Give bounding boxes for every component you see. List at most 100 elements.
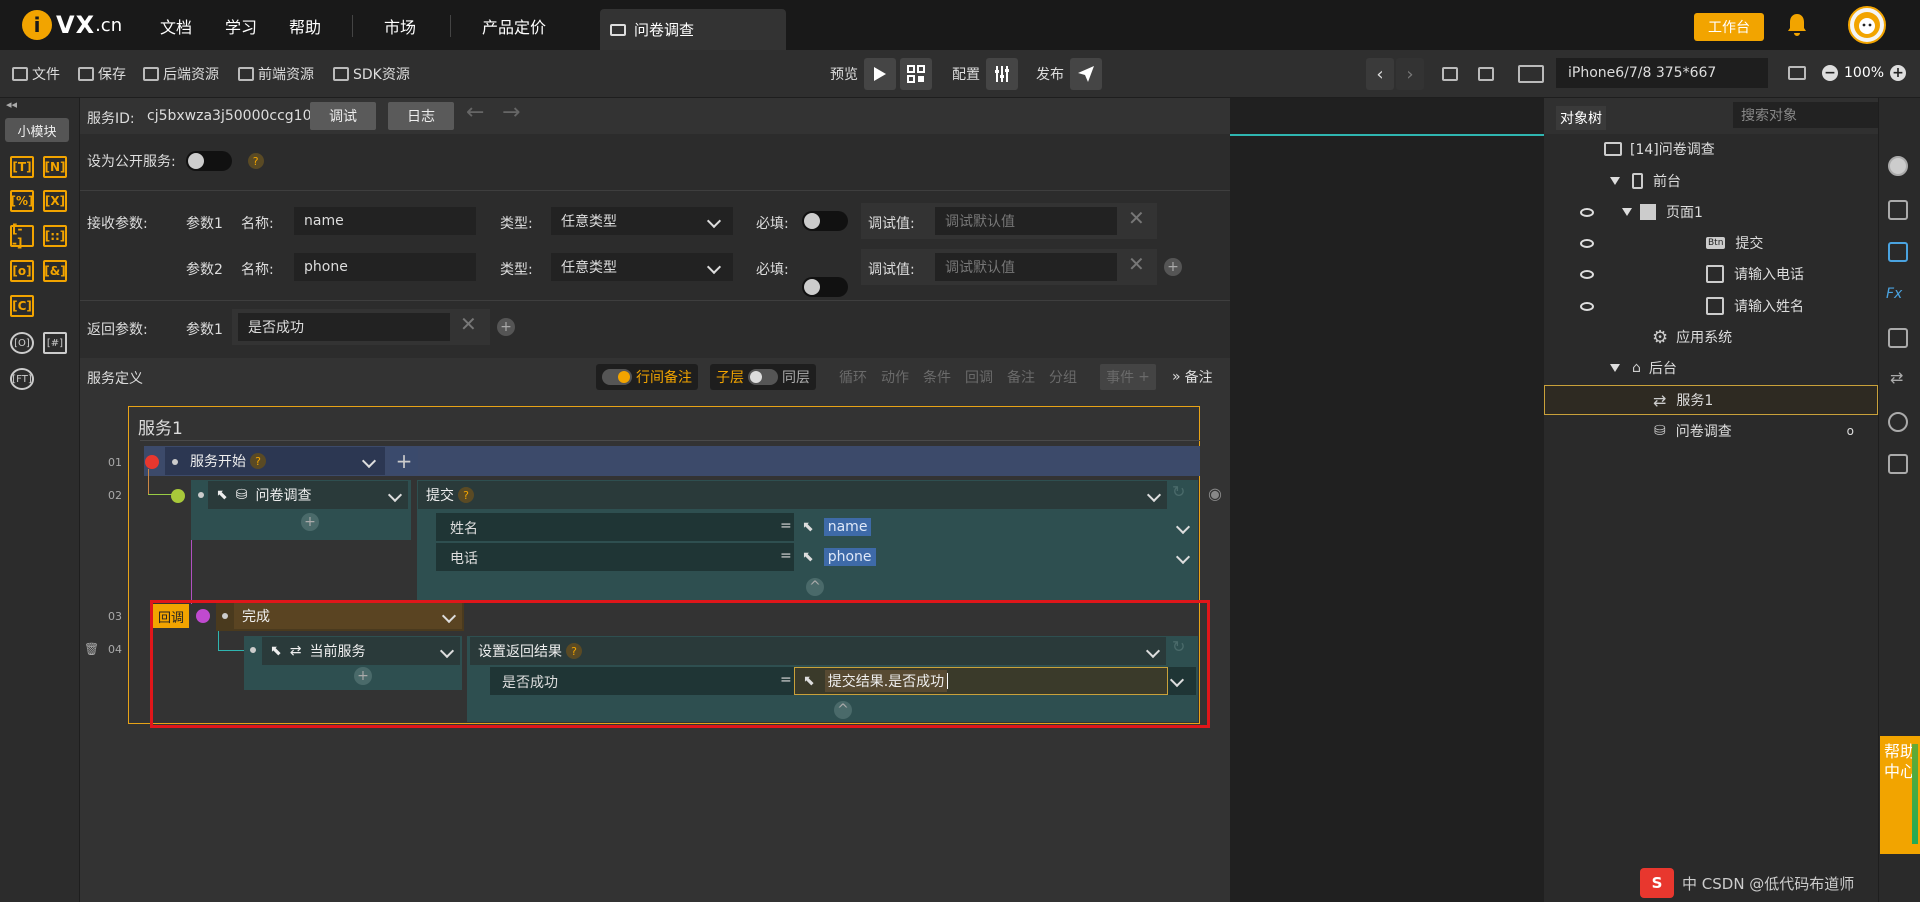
param2-required-toggle[interactable] <box>802 277 848 297</box>
arrow-left-icon[interactable]: ← <box>466 100 484 125</box>
note-button[interactable]: 备注 <box>1000 367 1042 387</box>
nav-help[interactable]: 帮助 <box>289 0 321 50</box>
tab-document[interactable]: 问卷调查 <box>600 9 786 50</box>
layer-toggle[interactable]: 子层 同层 <box>710 364 816 390</box>
help-icon[interactable]: ? <box>250 453 266 469</box>
device-switch-button[interactable] <box>1518 50 1548 98</box>
user-avatar[interactable] <box>1848 6 1886 44</box>
close-icon[interactable]: ✕ <box>460 312 477 336</box>
publish-button[interactable] <box>1070 58 1102 90</box>
param1-name-input[interactable]: name <box>294 207 476 235</box>
bell-icon[interactable] <box>1785 12 1809 38</box>
nav-learn[interactable]: 学习 <box>225 0 257 50</box>
service-start-select[interactable]: 服务开始? <box>182 448 382 474</box>
zoom-out-icon[interactable]: − <box>1822 65 1838 81</box>
align-center-button[interactable] <box>1478 50 1498 98</box>
ivx-logo[interactable]: i VX .cn <box>22 8 122 42</box>
eye-icon[interactable] <box>1580 269 1594 279</box>
note-toggle[interactable]: » 备注 <box>1172 364 1213 390</box>
tree-item-service1[interactable]: ⇄ 服务1 <box>1544 385 1878 415</box>
collapse-up-icon[interactable]: ^ <box>806 578 824 596</box>
log-button[interactable]: 日志 <box>388 102 454 130</box>
timer-icon[interactable] <box>1888 412 1908 432</box>
device-select[interactable]: iPhone6/7/8 375*667 <box>1556 58 1768 88</box>
close-icon[interactable]: ✕ <box>1128 252 1145 276</box>
survey-target-select[interactable]: ⬉ ⛁ 问卷调查 <box>208 481 408 509</box>
debug-button[interactable]: 调试 <box>310 102 376 130</box>
save-button[interactable]: 保存 <box>78 50 126 98</box>
condition-button[interactable]: 条件 <box>916 367 958 387</box>
help-icon[interactable]: ? <box>247 153 264 169</box>
screenshot-icon[interactable] <box>1788 66 1806 80</box>
return-param1-input[interactable]: 是否成功 <box>238 313 450 341</box>
timer-component-icon[interactable]: [O] <box>10 332 34 354</box>
arrow-right-icon[interactable]: → <box>502 100 520 125</box>
add-return-param-icon[interactable]: + <box>497 318 515 336</box>
copy-icon[interactable] <box>1888 328 1908 348</box>
red-node-icon[interactable] <box>145 455 159 469</box>
public-service-toggle[interactable] <box>185 151 232 171</box>
ft-component-icon[interactable]: [FT] <box>10 368 34 390</box>
add-param-icon[interactable]: + <box>1164 258 1182 276</box>
grid-component-icon[interactable]: [::] <box>43 225 67 247</box>
submit-action-select[interactable]: 提交? <box>418 481 1167 509</box>
expand-arrow-icon[interactable] <box>1610 177 1620 185</box>
field-value-input[interactable]: ⬉ phone <box>794 543 1196 571</box>
trash-icon[interactable]: 🗑 <box>84 642 99 656</box>
event-button[interactable]: 事件 + <box>1100 364 1156 390</box>
param1-type-select[interactable]: 任意类型 <box>551 207 733 235</box>
sdk-resources-button[interactable]: SDK资源 <box>333 50 410 98</box>
zoom-in-icon[interactable]: + <box>1890 65 1907 81</box>
collapse-icon[interactable]: ◂◂ <box>6 98 17 111</box>
nav-pricing[interactable]: 产品定价 <box>482 0 546 50</box>
grip-icon[interactable] <box>172 459 178 465</box>
workbench-button[interactable]: 工作台 <box>1694 13 1764 41</box>
help-icon[interactable]: ? <box>458 487 474 503</box>
tree-item-backend[interactable]: ⌂ 后台 <box>1544 353 1878 383</box>
counter-component-icon[interactable]: [C] <box>10 295 34 317</box>
param1-test-input[interactable]: 调试默认值 <box>935 207 1117 235</box>
action-button[interactable]: 动作 <box>874 367 916 387</box>
event-icon[interactable] <box>1888 242 1908 262</box>
sql-icon[interactable] <box>1888 454 1908 474</box>
play-button[interactable] <box>864 58 896 90</box>
qrcode-button[interactable] <box>900 58 932 90</box>
settings-icon[interactable] <box>1888 200 1908 220</box>
field-value-input[interactable]: ⬉ name <box>794 513 1196 541</box>
table-component-icon[interactable]: [#] <box>43 332 67 354</box>
add-target-icon[interactable]: + <box>301 513 319 531</box>
text-component-icon[interactable]: [T] <box>10 156 34 178</box>
align-left-button[interactable] <box>1442 50 1462 98</box>
group-component-icon[interactable]: [&] <box>43 260 67 282</box>
array-component-icon[interactable]: [--] <box>10 222 34 250</box>
refresh-icon[interactable]: ↻ <box>1172 482 1185 501</box>
nav-back-button[interactable]: ‹ <box>1366 50 1394 98</box>
nav-docs[interactable]: 文档 <box>160 0 192 50</box>
tree-item-name-input[interactable]: 请输入姓名 <box>1544 291 1878 321</box>
swap-icon[interactable]: ⇄ <box>1890 368 1903 387</box>
variable-component-icon[interactable]: [X] <box>43 190 67 212</box>
param2-type-select[interactable]: 任意类型 <box>551 253 733 281</box>
param1-required-toggle[interactable] <box>802 211 848 231</box>
expand-arrow-icon[interactable] <box>1622 208 1632 216</box>
param2-name-input[interactable]: phone <box>294 253 476 281</box>
nav-market[interactable]: 市场 <box>384 0 416 50</box>
tree-item-page1[interactable]: 页面1 <box>1544 197 1878 227</box>
tree-item-root[interactable]: [14]问卷调查 <box>1544 134 1878 164</box>
add-step-button[interactable]: + <box>390 448 418 474</box>
eye-icon[interactable] <box>1580 238 1594 248</box>
param2-test-input[interactable]: 调试默认值 <box>935 253 1117 281</box>
config-button[interactable] <box>986 58 1018 90</box>
number-component-icon[interactable]: [N] <box>43 156 67 178</box>
callback-button[interactable]: 回调 <box>958 367 1000 387</box>
eye-icon[interactable] <box>1580 207 1594 217</box>
green-node-icon[interactable] <box>171 489 185 503</box>
function-icon[interactable]: Fx <box>1886 286 1902 302</box>
expand-arrow-icon[interactable] <box>1610 364 1620 372</box>
object-tree-tab[interactable]: 对象树 <box>1556 106 1606 130</box>
grip-icon[interactable] <box>198 492 204 498</box>
tree-item-survey-db[interactable]: ⛁ 问卷调查 o <box>1544 416 1878 446</box>
target-icon[interactable]: ◉ <box>1208 484 1222 503</box>
tree-item-frontend[interactable]: 前台 <box>1544 166 1878 196</box>
backend-resources-button[interactable]: 后端资源 <box>143 50 219 98</box>
